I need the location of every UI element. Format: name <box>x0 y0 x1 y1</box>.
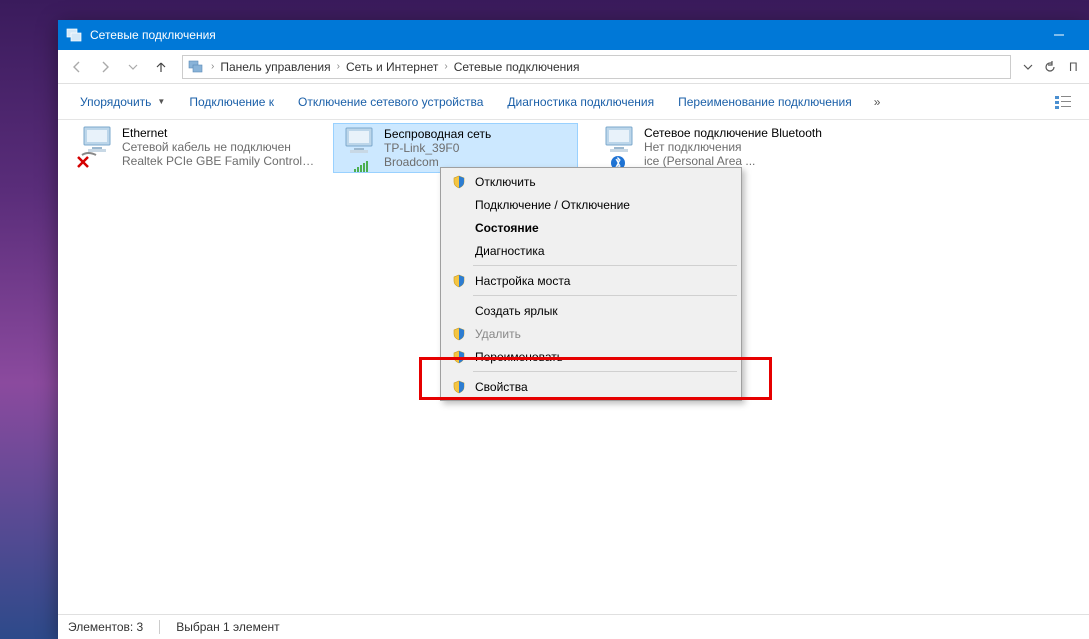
connections-pane[interactable]: Ethernet Сетевой кабель не подключен Rea… <box>58 120 1089 614</box>
menu-disable[interactable]: Отключить <box>443 170 739 193</box>
app-icon <box>66 27 82 43</box>
connection-status: Нет подключения <box>644 140 852 154</box>
connection-status: Сетевой кабель не подключен <box>122 140 315 154</box>
shield-icon <box>447 380 471 394</box>
status-selected-count: Выбран 1 элемент <box>176 620 279 634</box>
toolbar-overflow-button[interactable]: » <box>866 95 889 109</box>
menu-separator <box>473 295 737 296</box>
command-toolbar: Упорядочить▼ Подключение к Отключение се… <box>58 84 1089 120</box>
connection-name: Ethernet <box>122 126 315 140</box>
menu-bridge[interactable]: Настройка моста <box>443 269 739 292</box>
shield-icon <box>447 175 471 189</box>
up-button[interactable] <box>148 54 174 80</box>
menu-delete[interactable]: Удалить <box>443 322 739 345</box>
connect-to-button[interactable]: Подключение к <box>179 91 284 113</box>
connection-device: Realtek PCIe GBE Family Controller <box>122 154 315 168</box>
signal-bars-icon <box>354 160 368 172</box>
connection-name: Сетевое подключение Bluetooth <box>644 126 852 140</box>
chevron-right-icon[interactable]: › <box>442 61 449 72</box>
diagnose-button[interactable]: Диагностика подключения <box>497 91 664 113</box>
network-connections-window: Сетевые подключения › Панель управления … <box>58 20 1089 639</box>
disable-device-button[interactable]: Отключение сетевого устройства <box>288 91 493 113</box>
navigation-bar: › Панель управления › Сеть и Интернет › … <box>58 50 1089 84</box>
chevron-down-icon: ▼ <box>157 97 165 106</box>
menu-connect-disconnect[interactable]: Подключение / Отключение <box>443 193 739 216</box>
recent-button[interactable] <box>120 54 146 80</box>
chevron-right-icon[interactable]: › <box>335 61 342 72</box>
refresh-button[interactable] <box>1041 56 1059 78</box>
address-bar[interactable]: › Панель управления › Сеть и Интернет › … <box>182 55 1011 79</box>
titlebar: Сетевые подключения <box>58 20 1089 50</box>
status-item-count: Элементов: 3 <box>68 620 143 634</box>
menu-diagnose[interactable]: Диагностика <box>443 239 739 262</box>
search-box[interactable]: П <box>1065 60 1083 74</box>
menu-status[interactable]: Состояние <box>443 216 739 239</box>
location-icon <box>187 58 205 76</box>
connection-device: ice (Personal Area ... <box>644 154 852 168</box>
minimize-button[interactable] <box>1036 20 1081 50</box>
shield-icon <box>447 350 471 364</box>
menu-shortcut[interactable]: Создать ярлык <box>443 299 739 322</box>
shield-icon <box>447 327 471 341</box>
bluetooth-icon <box>596 125 644 169</box>
back-button[interactable] <box>64 54 90 80</box>
status-bar: Элементов: 3 Выбран 1 элемент <box>58 614 1089 639</box>
shield-icon <box>447 274 471 288</box>
connection-status: TP-Link_39F0 <box>384 141 575 155</box>
organize-button[interactable]: Упорядочить▼ <box>70 91 175 113</box>
crumb-control-panel[interactable]: Панель управления <box>216 60 334 74</box>
disconnected-overlay-icon <box>76 155 90 169</box>
menu-rename[interactable]: Переименовать <box>443 345 739 368</box>
connection-ethernet[interactable]: Ethernet Сетевой кабель не подключен Rea… <box>72 123 317 173</box>
ethernet-icon <box>74 125 122 169</box>
chevron-right-icon[interactable]: › <box>209 61 216 72</box>
wifi-icon <box>336 126 384 170</box>
crumb-network-internet[interactable]: Сеть и Интернет <box>342 60 442 74</box>
crumb-network-connections[interactable]: Сетевые подключения <box>450 60 584 74</box>
connection-name: Беспроводная сеть <box>384 127 575 141</box>
menu-separator <box>473 265 737 266</box>
menu-separator <box>473 371 737 372</box>
status-separator <box>159 620 160 634</box>
menu-properties[interactable]: Свойства <box>443 375 739 398</box>
context-menu: Отключить Подключение / Отключение Состо… <box>440 167 742 401</box>
address-dropdown-button[interactable] <box>1019 56 1037 78</box>
view-options-button[interactable] <box>1049 88 1077 116</box>
rename-button[interactable]: Переименование подключения <box>668 91 862 113</box>
forward-button[interactable] <box>92 54 118 80</box>
connection-bluetooth[interactable]: Сетевое подключение Bluetooth Нет подклю… <box>594 123 854 173</box>
window-title: Сетевые подключения <box>90 28 1036 42</box>
address-end-controls <box>1019 56 1063 78</box>
connection-wifi[interactable]: Беспроводная сеть TP-Link_39F0 Broadcom <box>333 123 578 173</box>
